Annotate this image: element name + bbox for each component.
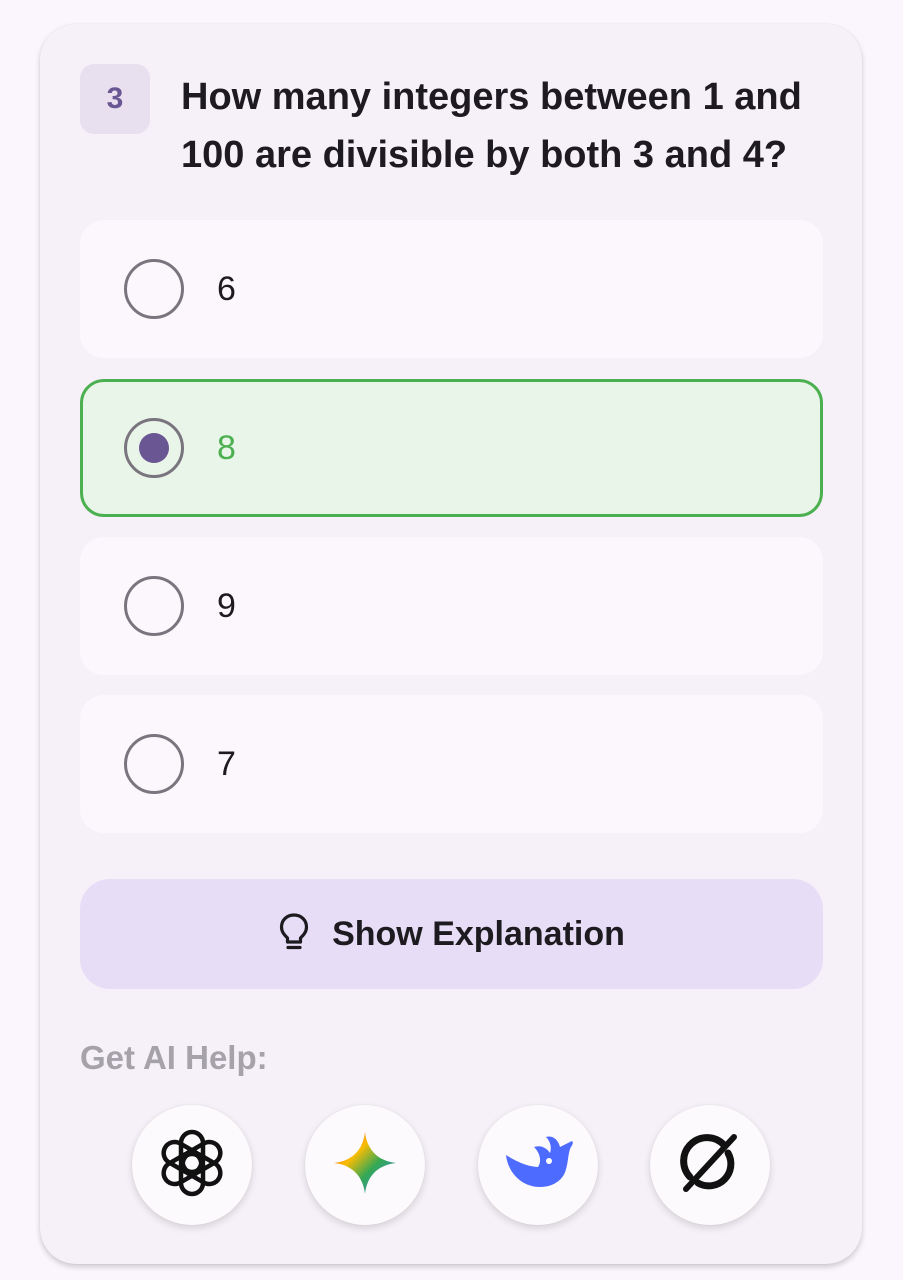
gemini-icon xyxy=(332,1130,398,1201)
option-label: 7 xyxy=(217,744,236,783)
option-label: 9 xyxy=(217,586,236,625)
gemini-button[interactable] xyxy=(305,1105,425,1225)
radio-dot xyxy=(139,433,169,463)
grok-button[interactable] xyxy=(650,1105,770,1225)
option-label: 6 xyxy=(217,269,236,308)
lightbulb-icon xyxy=(278,912,310,957)
grok-icon xyxy=(678,1131,742,1200)
question-card: 3 How many integers between 1 and 100 ar… xyxy=(40,24,862,1264)
deepseek-button[interactable] xyxy=(478,1105,598,1225)
show-explanation-button[interactable]: Show Explanation xyxy=(80,879,823,989)
radio-button[interactable] xyxy=(124,734,184,794)
deepseek-icon xyxy=(502,1133,574,1198)
chatgpt-icon xyxy=(154,1125,230,1206)
option-2-selected[interactable]: 8 xyxy=(80,379,823,517)
option-3[interactable]: 9 xyxy=(80,537,823,675)
radio-button[interactable] xyxy=(124,576,184,636)
option-4[interactable]: 7 xyxy=(80,695,823,833)
option-1[interactable]: 6 xyxy=(80,220,823,358)
ai-help-label: Get AI Help: xyxy=(80,1039,268,1076)
radio-button-selected[interactable] xyxy=(124,418,184,478)
question-number-badge: 3 xyxy=(80,64,150,134)
option-label: 8 xyxy=(217,428,236,467)
question-text: How many integers between 1 and 100 are … xyxy=(181,76,802,176)
chatgpt-button[interactable] xyxy=(132,1105,252,1225)
radio-button[interactable] xyxy=(124,259,184,319)
show-explanation-label: Show Explanation xyxy=(332,914,625,953)
